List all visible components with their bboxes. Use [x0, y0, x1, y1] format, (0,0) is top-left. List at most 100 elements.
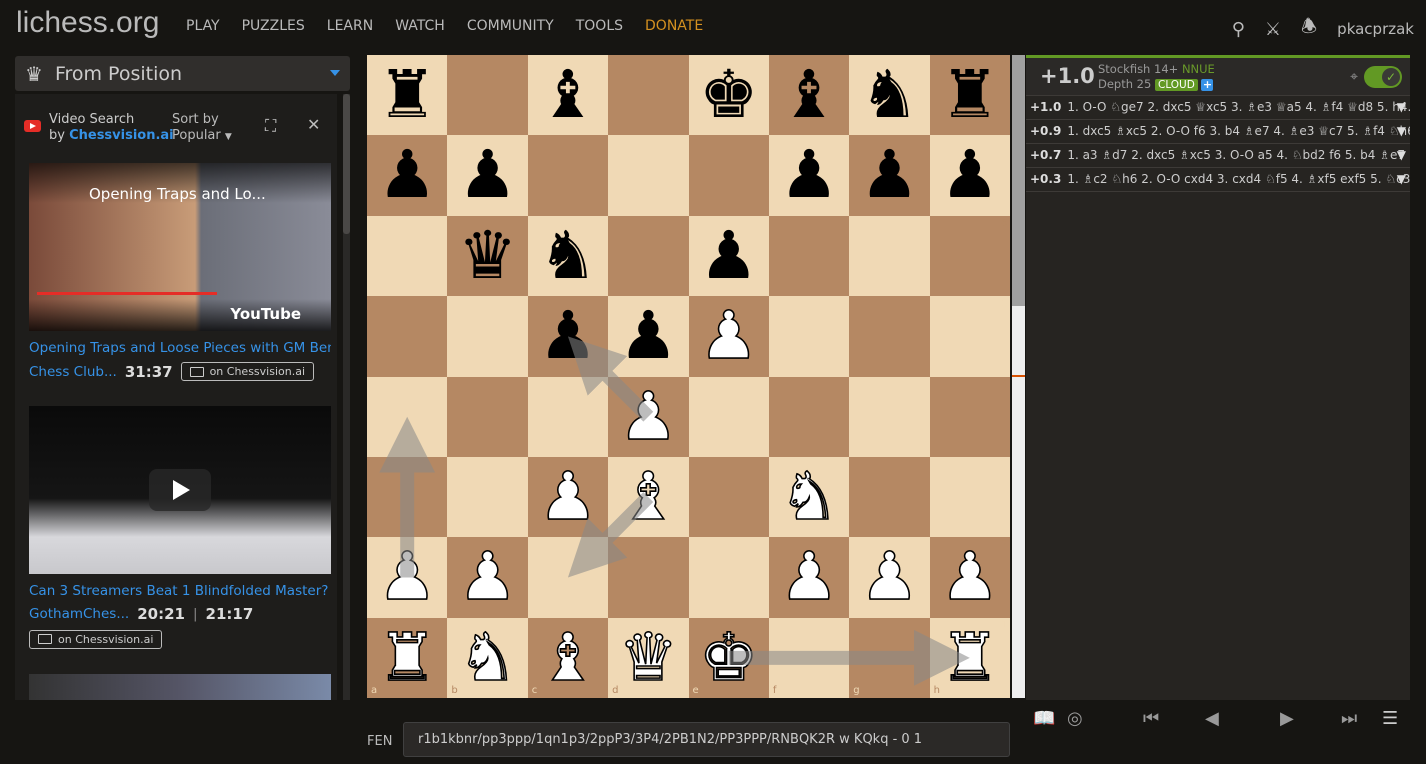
chessboard[interactable]: ♜ ♝ ♚ ♝ ♞ ♜ ♟ ♟ ♟ ♟ ♟ ♛ ♞ ♟ ♟ ♟ ♟ ♟ ♟ ♝ ♞ ♟ ♟ ♟ ♟ ♟ ♜ ♞ ♝ ♛ ♚ ♜ a b c d e f g h… — [367, 55, 1010, 698]
menu-icon[interactable]: ☰ — [1382, 708, 1398, 729]
square-f4[interactable] — [768, 376, 850, 457]
square-g4[interactable] — [849, 376, 930, 457]
first-move-icon[interactable]: ⏮ — [1143, 708, 1159, 729]
scrollbar[interactable] — [343, 94, 350, 700]
search-icon[interactable]: ⚲ — [1232, 19, 1245, 40]
white-queen[interactable]: ♛ — [608, 618, 688, 698]
white-pawn[interactable]: ♟ — [367, 537, 447, 617]
video-title[interactable]: Can 3 Streamers Beat 1 Blindfolded Maste… — [29, 583, 331, 599]
white-rook[interactable]: ♜ — [367, 618, 447, 698]
open-chessvision-button[interactable]: on Chessvision.ai — [180, 362, 315, 381]
play-icon[interactable] — [149, 469, 211, 511]
square-d7[interactable] — [608, 135, 689, 216]
square-g5[interactable] — [849, 296, 930, 377]
next-move-icon[interactable]: ▶ — [1280, 708, 1294, 729]
white-bishop[interactable]: ♝ — [608, 457, 688, 537]
book-icon[interactable]: 📖 — [1033, 708, 1055, 729]
square-a6[interactable] — [367, 215, 448, 297]
pv-moves[interactable]: 1. dxc5 ♗xc5 2. O-O f6 3. b4 ♗e7 4. ♗e3 … — [1067, 124, 1410, 138]
nav-watch[interactable]: WATCH — [395, 18, 445, 34]
close-icon[interactable]: ✕ — [307, 115, 320, 134]
white-bishop[interactable]: ♝ — [528, 618, 608, 698]
chessvision-link[interactable]: Chessvision.ai — [69, 128, 174, 143]
square-c2[interactable] — [527, 537, 609, 618]
sort-dropdown[interactable]: Sort by Popular ▼ — [172, 112, 232, 145]
video-channel[interactable]: GothamChes... — [29, 606, 129, 622]
black-rook[interactable]: ♜ — [930, 55, 1010, 135]
white-knight[interactable]: ♞ — [769, 457, 849, 537]
square-d6[interactable] — [608, 215, 689, 297]
prev-move-icon[interactable]: ◀ — [1205, 708, 1219, 729]
video-channel[interactable]: Chess Club... — [29, 364, 117, 380]
nav-donate[interactable]: DONATE — [645, 18, 703, 34]
square-h4[interactable] — [929, 376, 1010, 457]
bell-icon[interactable]: 🕭 — [1301, 14, 1317, 44]
expand-icon[interactable]: ⛶ — [265, 116, 276, 136]
square-d2[interactable] — [608, 537, 689, 618]
nav-community[interactable]: COMMUNITY — [467, 18, 554, 34]
video-item[interactable]: Can 3 Streamers Beat 1 Blindfolded Maste… — [29, 406, 331, 649]
expand-triangle-icon[interactable]: ▼ — [1397, 168, 1406, 191]
swords-icon[interactable]: ⚔ — [1265, 19, 1281, 40]
white-pawn[interactable]: ♟ — [528, 457, 608, 537]
white-pawn[interactable]: ♟ — [608, 377, 688, 457]
black-pawn[interactable]: ♟ — [367, 135, 447, 215]
target-circle-icon[interactable]: ◎ — [1067, 708, 1083, 729]
nav-learn[interactable]: LEARN — [327, 18, 373, 34]
expand-triangle-icon[interactable]: ▼ — [1397, 144, 1406, 167]
square-f6[interactable] — [768, 215, 850, 297]
white-pawn[interactable]: ♟ — [447, 537, 527, 617]
expand-triangle-icon[interactable]: ▼ — [1397, 96, 1406, 119]
black-knight[interactable]: ♞ — [528, 216, 608, 296]
square-f5[interactable] — [768, 296, 850, 377]
square-c7[interactable] — [527, 135, 609, 216]
square-h6[interactable] — [929, 215, 1010, 297]
video-title[interactable]: Opening Traps and Loose Pieces with GM B… — [29, 340, 331, 356]
open-chessvision-button[interactable]: on Chessvision.ai — [29, 629, 163, 649]
white-pawn[interactable]: ♟ — [849, 537, 929, 617]
target-icon[interactable]: ⌖ — [1350, 69, 1358, 85]
black-queen[interactable]: ♛ — [447, 216, 527, 296]
square-b5[interactable] — [447, 296, 528, 377]
fen-input[interactable]: r1b1kbnr/pp3ppp/1qn1p3/2ppP3/3P4/2PB1N2/… — [403, 722, 1010, 757]
black-king[interactable]: ♚ — [689, 55, 769, 135]
video-thumbnail[interactable] — [29, 674, 331, 700]
square-b3[interactable] — [447, 456, 528, 538]
square-a4[interactable] — [367, 376, 448, 457]
black-bishop[interactable]: ♝ — [769, 55, 849, 135]
black-pawn[interactable]: ♟ — [689, 216, 769, 296]
white-king[interactable]: ♚ — [689, 618, 769, 698]
black-pawn[interactable]: ♟ — [769, 135, 849, 215]
square-c4[interactable] — [527, 376, 609, 457]
white-rook[interactable]: ♜ — [930, 618, 1010, 698]
white-pawn[interactable]: ♟ — [930, 537, 1010, 617]
black-pawn[interactable]: ♟ — [930, 135, 1010, 215]
expand-triangle-icon[interactable]: ▼ — [1397, 120, 1406, 143]
square-h5[interactable] — [929, 296, 1010, 377]
square-h3[interactable] — [929, 456, 1010, 538]
last-move-icon[interactable]: ⏭ — [1341, 708, 1357, 729]
user-menu[interactable]: pkacprzak — [1337, 20, 1414, 38]
square-a3[interactable] — [367, 456, 448, 538]
video-item[interactable]: Opening Traps and Lo... YouTube Opening … — [29, 163, 331, 381]
engine-toggle[interactable] — [1364, 66, 1402, 88]
nav-play[interactable]: PLAY — [186, 18, 220, 34]
square-g6[interactable] — [849, 215, 930, 297]
black-pawn[interactable]: ♟ — [447, 135, 527, 215]
black-rook[interactable]: ♜ — [367, 55, 447, 135]
add-line-button[interactable]: + — [1201, 79, 1214, 91]
nav-puzzles[interactable]: PUZZLES — [242, 18, 305, 34]
black-pawn[interactable]: ♟ — [608, 296, 688, 376]
pv-moves[interactable]: 1. O-O ♘ge7 2. dxc5 ♕xc5 3. ♗e3 ♕a5 4. ♗… — [1067, 100, 1410, 114]
video-thumbnail[interactable] — [29, 406, 331, 574]
black-bishop[interactable]: ♝ — [528, 55, 608, 135]
pv-line[interactable]: +0.9 1. dxc5 ♗xc5 2. O-O f6 3. b4 ♗e7 4. … — [1026, 120, 1410, 144]
site-logo[interactable]: lichess.org — [16, 6, 159, 40]
square-g3[interactable] — [849, 456, 930, 538]
square-f1[interactable] — [768, 617, 850, 698]
square-g1[interactable] — [849, 617, 930, 698]
white-pawn[interactable]: ♟ — [689, 296, 769, 376]
pv-line[interactable]: +1.0 1. O-O ♘ge7 2. dxc5 ♕xc5 3. ♗e3 ♕a5 … — [1026, 96, 1410, 120]
pv-line[interactable]: +0.3 1. ♗c2 ♘h6 2. O-O cxd4 3. cxd4 ♘f5 4… — [1026, 168, 1410, 192]
white-pawn[interactable]: ♟ — [769, 537, 849, 617]
